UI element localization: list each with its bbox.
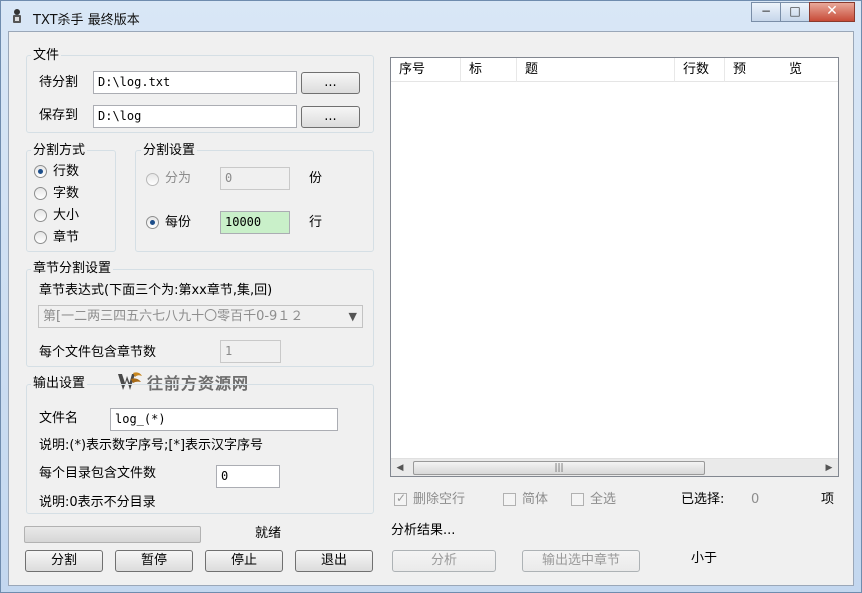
chapters-per-file-input[interactable]: 1 [220,340,281,363]
files-per-dir-label: 每个目录包含文件数 [39,466,157,481]
status-text: 就绪 [255,526,282,541]
source-path-input[interactable]: D:\log.txt [93,71,297,94]
mode-chars-radio[interactable] [34,187,47,200]
remove-blank-checkbox[interactable] [394,491,407,506]
minimize-button[interactable]: − [751,2,781,22]
col-preview-a[interactable]: 预 [725,58,781,82]
chapters-per-file-label: 每个文件包含章节数 [39,345,157,360]
selected-label: 已选择: [681,492,725,507]
output-settings-label: 输出设置 [31,376,88,392]
chevron-down-icon: ▼ [348,310,357,323]
size-note: 小于 [691,551,718,566]
client-area: 文件 待分割 D:\log.txt ... 保存到 D:\log ... 分割方… [8,31,854,586]
stop-button[interactable]: 停止 [205,550,283,572]
progress-bar [24,526,201,543]
select-all-label[interactable]: 全选 [590,492,616,508]
divide-radio[interactable] [146,173,159,186]
mode-size-label[interactable]: 大小 [53,208,79,224]
mode-chars-label[interactable]: 字数 [53,186,79,202]
file-group-label: 文件 [31,48,62,64]
split-settings-label: 分割设置 [141,143,198,159]
minimize-icon: − [760,4,772,18]
files-per-dir-input[interactable]: 0 [216,465,280,488]
divide-count-input[interactable]: 0 [220,167,290,190]
grip-icon: ||| [554,463,564,473]
filename-note: 说明:(*)表示数字序号;[*]表示汉字序号 [39,438,264,453]
split-settings-group [135,150,374,252]
maximize-button[interactable]: □ [780,2,810,22]
each-radio[interactable] [146,216,159,229]
scroll-left-icon[interactable]: ◀ [393,461,407,475]
close-icon: ✕ [826,3,838,19]
simplified-label[interactable]: 简体 [522,492,548,508]
selected-count: 0 [751,492,760,507]
filename-label: 文件名 [39,411,79,426]
chapter-expr-value: 第[一二两三四五六七八九十〇零百千0-9１２ [43,309,304,324]
horizontal-scrollbar[interactable]: ◀ ||| ▶ [391,458,838,476]
mode-lines-radio[interactable] [34,165,47,178]
split-button[interactable]: 分割 [25,550,103,572]
files-per-dir-note: 说明:0表示不分目录 [39,495,156,510]
list-header: 序号 标 题 行数 预 览 [391,58,838,82]
remove-blank-label[interactable]: 删除空行 [413,492,465,508]
scroll-thumb[interactable]: ||| [413,461,705,475]
scroll-right-icon[interactable]: ▶ [822,461,836,475]
chapter-expr-select[interactable]: 第[一二两三四五六七八九十〇零百千0-9１２ ▼ [38,305,363,328]
analysis-result-label: 分析结果... [391,523,456,538]
source-browse-button[interactable]: ... [301,72,360,94]
dest-path-input[interactable]: D:\log [93,105,297,128]
simplified-checkbox[interactable] [503,493,516,506]
app-icon [13,9,21,23]
title-bar[interactable]: TXT杀手 最终版本 − □ ✕ [1,1,861,31]
exit-button[interactable]: 退出 [295,550,373,572]
divide-label[interactable]: 分为 [165,171,191,187]
mode-chapter-radio[interactable] [34,231,47,244]
col-title-a[interactable]: 标 [461,58,517,82]
mode-lines-label[interactable]: 行数 [53,164,79,180]
selected-unit: 项 [821,492,835,507]
each-unit-label: 行 [309,215,323,230]
dest-browse-button[interactable]: ... [301,106,360,128]
mode-size-radio[interactable] [34,209,47,222]
filename-input[interactable]: log_(*) [110,408,338,431]
source-label: 待分割 [39,75,79,90]
close-button[interactable]: ✕ [809,2,855,22]
col-index[interactable]: 序号 [391,58,461,82]
col-preview-b[interactable]: 览 [781,58,838,82]
mode-chapter-label[interactable]: 章节 [53,230,79,246]
divide-unit-label: 份 [309,171,323,186]
main-window: TXT杀手 最终版本 − □ ✕ 文件 待分割 D:\log.txt ... 保… [0,0,862,593]
window-title: TXT杀手 最终版本 [33,13,140,28]
dest-label: 保存到 [39,108,79,123]
analyze-button[interactable]: 分析 [392,550,496,572]
split-mode-label: 分割方式 [31,143,88,159]
maximize-icon: □ [789,4,801,18]
pause-button[interactable]: 暂停 [115,550,193,572]
chapter-settings-label: 章节分割设置 [31,261,114,277]
chapter-expr-label: 章节表达式(下面三个为:第xx章节,集,回) [39,283,273,298]
col-title-b[interactable]: 题 [517,58,675,82]
chapter-list[interactable]: 序号 标 题 行数 预 览 ◀ ||| ▶ [390,57,839,477]
lines-per-file-input[interactable]: 10000 [220,211,290,234]
export-chapters-button[interactable]: 输出选中章节 [522,550,640,572]
col-lines[interactable]: 行数 [675,58,725,82]
select-all-checkbox[interactable] [571,493,584,506]
each-label[interactable]: 每份 [165,215,191,231]
